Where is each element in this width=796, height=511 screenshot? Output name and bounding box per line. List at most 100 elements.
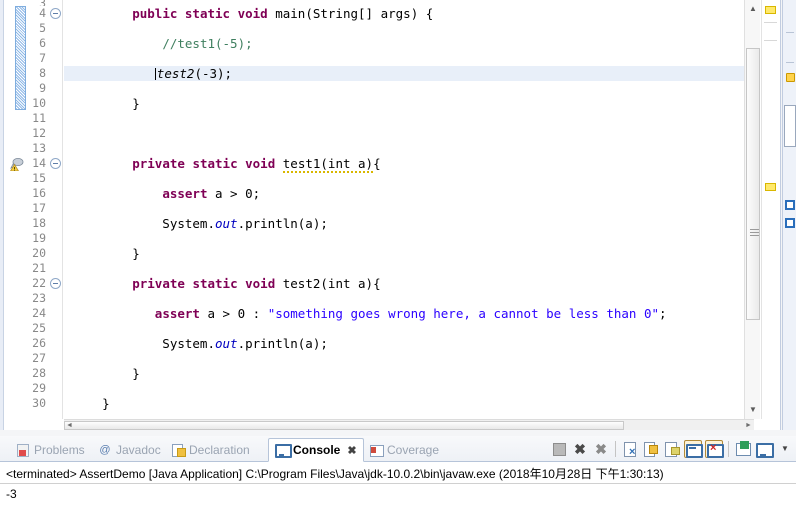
code-token: System. [72, 336, 215, 351]
code-token: out [215, 216, 238, 231]
code-line[interactable]: assert a > 0 : "something goes wrong her… [64, 306, 754, 321]
code-line[interactable] [64, 231, 754, 246]
code-line[interactable] [64, 201, 754, 216]
folding-ruler[interactable] [49, 0, 62, 419]
code-token: main(String[] args) { [267, 6, 434, 21]
editor-horizontal-scrollbar[interactable]: ◄ ► [64, 419, 754, 430]
vscroll-down-arrow-icon[interactable]: ▼ [746, 403, 760, 417]
tab-coverage[interactable]: Coverage [363, 438, 445, 462]
show-console-on-output-button[interactable] [684, 440, 703, 458]
problems-icon [16, 443, 30, 457]
line-number: 13 [32, 141, 46, 155]
remove-launch-button[interactable]: ✖ [571, 440, 589, 458]
code-line[interactable] [64, 111, 754, 126]
sliver-line [786, 62, 794, 63]
code-line[interactable] [64, 141, 754, 156]
fold-collapse-icon[interactable] [50, 158, 61, 169]
overview-ruler[interactable] [761, 0, 779, 419]
overview-warning-marker[interactable] [765, 183, 776, 191]
code-line[interactable]: System.out.println(a); [64, 336, 754, 351]
code-text-area[interactable]: public static void main(String[] args) {… [64, 0, 754, 419]
annotation-marker-ruler[interactable] [5, 0, 26, 419]
code-line[interactable]: } [64, 96, 754, 111]
sliver-square-icon[interactable] [785, 218, 795, 228]
code-line[interactable] [64, 81, 754, 96]
hscroll-thumb[interactable] [64, 421, 624, 430]
code-line[interactable]: } [64, 366, 754, 381]
code-token: void [237, 6, 268, 21]
line-number: 28 [32, 366, 46, 380]
code-token: void [245, 276, 276, 291]
code-token: a > 0 : [199, 306, 268, 321]
hscroll-left-arrow-icon[interactable]: ◄ [64, 420, 75, 430]
code-line[interactable]: private static void test2(int a){ [64, 276, 754, 291]
word-wrap-button[interactable] [663, 440, 681, 458]
fold-collapse-icon[interactable] [50, 278, 61, 289]
code-line[interactable]: private static void test1(int a){ [64, 156, 754, 173]
tab-console[interactable]: Console ✖ [268, 438, 364, 462]
line-number: 10 [32, 96, 46, 110]
display-selected-console-button[interactable] [755, 440, 774, 458]
code-token: "something goes wrong here, a cannot be … [267, 306, 660, 321]
line-number: 22 [32, 276, 46, 290]
tab-label: Javadoc [116, 443, 161, 457]
console-view[interactable]: <terminated> AssertDemo [Java Applicatio… [0, 462, 796, 511]
tab-problems[interactable]: Problems [10, 438, 91, 462]
line-number: 29 [32, 381, 46, 395]
code-line[interactable]: } [64, 396, 754, 411]
code-line[interactable] [64, 21, 754, 36]
code-line[interactable] [64, 171, 754, 186]
right-side-panel-sliver[interactable] [782, 0, 796, 430]
sliver-box [784, 105, 796, 147]
fold-collapse-icon[interactable] [50, 8, 61, 19]
sliver-square-icon[interactable] [785, 200, 795, 210]
show-console-on-error-button[interactable] [705, 440, 724, 458]
separator-2 [728, 441, 729, 457]
tab-declaration[interactable]: Declaration [165, 438, 256, 462]
code-line-highlighted[interactable]: test2(-3); [64, 66, 754, 81]
vscroll-thumb[interactable] [746, 48, 760, 320]
terminate-button[interactable] [550, 440, 568, 458]
eclipse-ide-window: 3456789101112131415161718192021222324252… [0, 0, 796, 511]
code-line[interactable]: public static void main(String[] args) { [64, 6, 754, 21]
tab-label: Declaration [189, 443, 250, 457]
clear-console-button[interactable] [621, 440, 639, 458]
vscroll-up-arrow-icon[interactable]: ▲ [746, 2, 760, 16]
editor-vertical-scrollbar[interactable]: ▲ ▼ [744, 0, 760, 419]
line-number-ruler: 3456789101112131415161718192021222324252… [20, 0, 48, 419]
scroll-lock-button[interactable] [642, 440, 660, 458]
hscroll-right-arrow-icon[interactable]: ► [743, 420, 754, 430]
code-line[interactable] [64, 381, 754, 396]
code-line[interactable] [64, 51, 754, 66]
code-line[interactable]: //test1(-5); [64, 36, 754, 51]
view-menu-button[interactable]: ▼ [776, 440, 794, 458]
java-editor[interactable]: 3456789101112131415161718192021222324252… [0, 0, 781, 430]
line-number: 9 [39, 81, 46, 95]
code-line[interactable] [64, 321, 754, 336]
code-token: static [192, 156, 238, 171]
code-token: out [215, 336, 238, 351]
code-line[interactable] [64, 291, 754, 306]
remove-all-launches-button[interactable]: ✖ [592, 440, 610, 458]
code-line[interactable]: System.out.println(a); [64, 216, 754, 231]
code-line[interactable] [64, 126, 754, 141]
code-token: } [72, 396, 110, 411]
close-icon[interactable]: ✖ [347, 444, 356, 457]
code-token: .println(a); [237, 336, 328, 351]
open-console-button[interactable] [734, 440, 752, 458]
overview-warning-marker[interactable] [765, 6, 776, 14]
line-number: 8 [39, 66, 46, 80]
code-token: public [132, 6, 178, 21]
code-line[interactable]: } [64, 246, 754, 261]
tab-javadoc[interactable]: @ Javadoc [92, 438, 167, 462]
code-line[interactable] [64, 351, 754, 366]
code-line[interactable]: assert a > 0; [64, 186, 754, 201]
code-line[interactable] [64, 261, 754, 276]
